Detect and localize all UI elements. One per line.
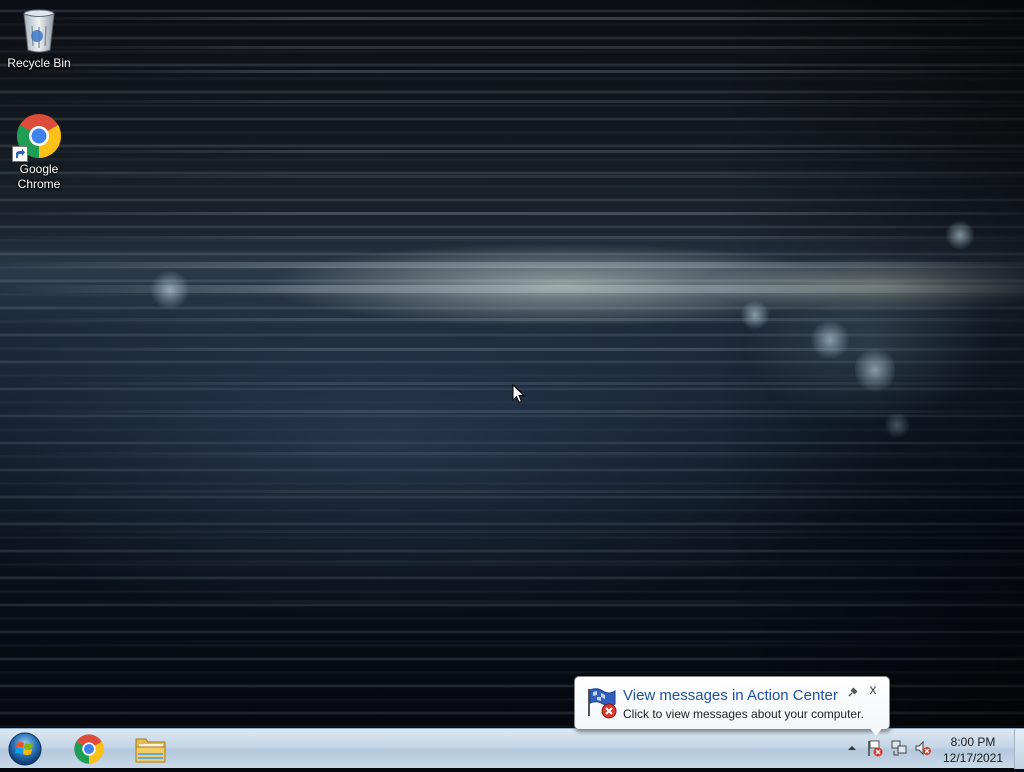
notification-title[interactable]: View messages in Action Center [623,687,838,704]
mouse-cursor-icon [512,383,526,409]
show-desktop-button[interactable] [1014,729,1024,769]
desktop-icon-label-line1: Google [19,162,59,176]
folder-icon [135,738,166,763]
pin-icon[interactable] [847,685,859,697]
start-button[interactable] [6,731,44,767]
show-hidden-icons-button[interactable] [843,739,861,757]
chevron-up-icon [848,746,856,750]
shortcut-arrow-icon [12,146,28,162]
network-icon [891,740,907,756]
clock-time: 8:00 PM [950,735,996,749]
tray-volume[interactable] [914,739,932,757]
clock-date: 12/17/2021 [942,751,1004,765]
close-button[interactable]: x [866,682,880,696]
notification-tail [868,726,884,736]
desktop-icon-recycle-bin[interactable]: Recycle Bin [1,6,77,71]
notification-body: Click to view messages about your comput… [623,707,864,721]
desktop-icon-google-chrome[interactable]: Google Chrome [1,112,77,192]
desktop-wallpaper [0,0,1024,728]
windows-start-icon [8,732,42,766]
chrome-icon [74,734,104,764]
recycle-bin-icon [15,6,63,54]
desktop-icon-label: Recycle Bin [7,56,71,70]
tray-action-center[interactable] [866,739,884,757]
chrome-icon [12,112,63,162]
action-center-flag-icon [585,686,619,720]
taskbar-chrome-button[interactable] [60,731,118,767]
taskbar-clock[interactable]: 8:00 PM 12/17/2021 [932,734,1014,766]
desktop-icon-label-line2: Chrome [17,177,61,191]
action-center-notification[interactable]: View messages in Action Center Click to … [574,676,890,730]
taskbar-explorer-button[interactable] [122,731,180,767]
volume-muted-icon [915,740,931,756]
tray-network[interactable] [890,739,908,757]
action-center-flag-icon [868,740,883,757]
